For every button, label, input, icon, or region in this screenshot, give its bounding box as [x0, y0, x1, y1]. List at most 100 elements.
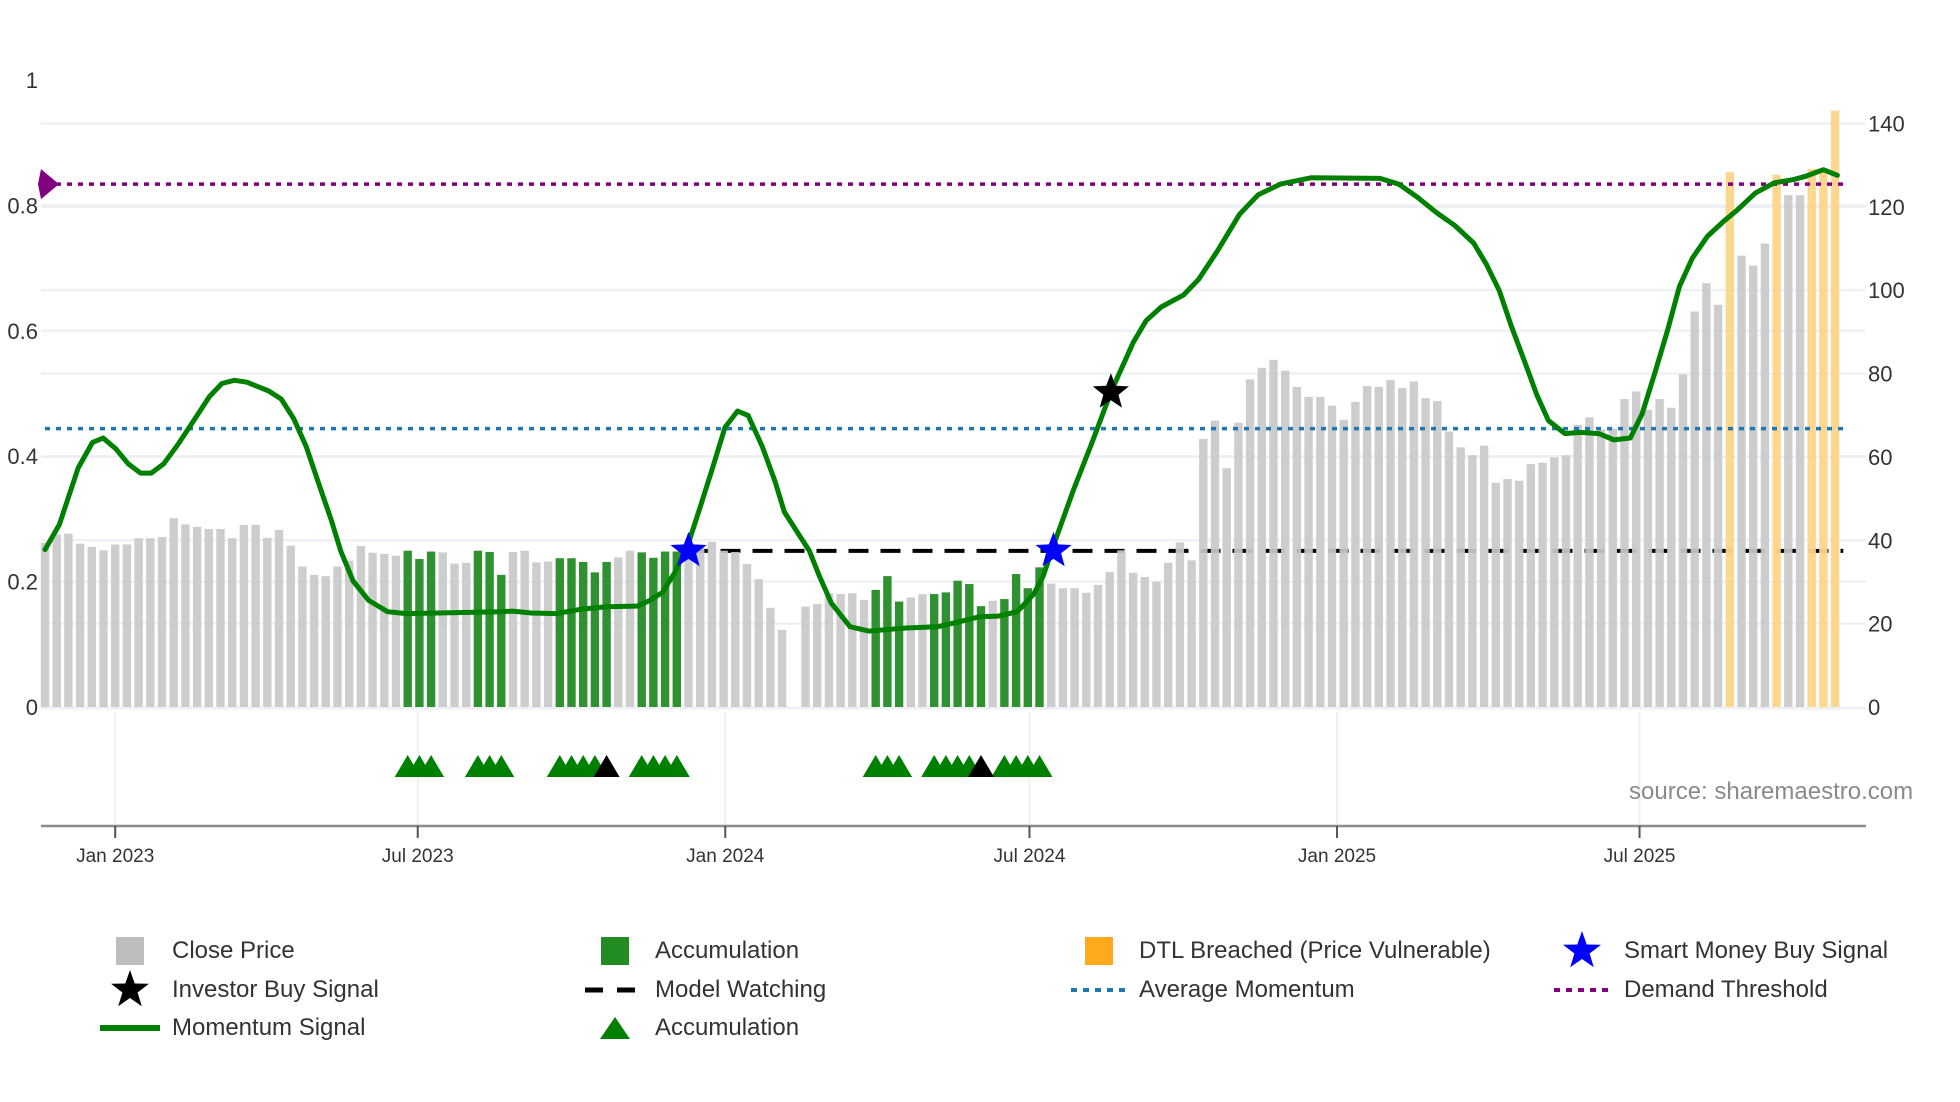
source-credit: source: sharemaestro.com [1629, 778, 1914, 805]
close-price-bar [368, 552, 377, 707]
close-price-bar [1749, 265, 1758, 707]
close-price-bar [1128, 572, 1138, 707]
close-price-bar [157, 536, 167, 707]
green-line-icon [100, 1011, 160, 1045]
close-price-bar [216, 529, 225, 707]
close-price-bar [1281, 370, 1290, 707]
close-price-bar [87, 546, 96, 707]
close-price-bar [696, 545, 705, 707]
close-price-bar [766, 607, 775, 707]
accumulation-bar [930, 594, 939, 707]
close-price-bar [1374, 386, 1383, 707]
accumulation-bar [894, 601, 904, 707]
close-price-bar [1678, 374, 1688, 707]
legend-label: Average Momentum [1139, 976, 1355, 1003]
close-price-bar [1105, 571, 1114, 707]
orange-square-icon [1069, 934, 1129, 968]
x-tick-label: Jul 2025 [1604, 846, 1676, 867]
close-price-bar [684, 550, 693, 707]
close-price-bar [192, 526, 202, 707]
close-price-bar [1351, 401, 1360, 707]
close-price-bar [122, 544, 132, 707]
close-price-bar [1760, 243, 1770, 707]
close-price-bar [1702, 283, 1711, 707]
close-price-bar [52, 534, 61, 707]
y-right-tick-label: 20 [1868, 612, 1892, 637]
demand-threshold-diamond-marker [38, 169, 59, 200]
accumulation-bar [953, 580, 962, 707]
x-tick-label: Jul 2023 [382, 846, 454, 867]
accumulation-bar [403, 550, 412, 707]
accumulation-bar [660, 551, 670, 707]
y-right-tick-label: 120 [1868, 195, 1905, 220]
close-price-bar [1269, 359, 1278, 707]
close-price-bar [333, 566, 342, 707]
close-price-bar [462, 562, 471, 707]
y-right-tick-label: 100 [1868, 278, 1905, 303]
black-star-icon [100, 970, 160, 1007]
close-price-bar [1058, 588, 1068, 707]
close-price-bar [742, 564, 752, 707]
close-price-bar [274, 529, 284, 707]
close-price-bar [520, 550, 529, 707]
close-price-bar [1292, 386, 1302, 707]
close-price-bar [1479, 445, 1489, 707]
accumulation-bar [1011, 574, 1021, 707]
close-price-bar [801, 606, 810, 707]
close-price-bar [309, 574, 319, 707]
close-price-bar [824, 593, 834, 707]
dtl-breached-bar [1772, 174, 1781, 707]
close-price-bar [169, 518, 178, 707]
y-left-tick-label: 1 [26, 68, 38, 93]
close-price-bar [731, 551, 740, 707]
close-price-bar [1468, 455, 1477, 707]
close-price-bar [1047, 583, 1056, 707]
y-left-tick-label: 0.4 [7, 444, 38, 469]
close-price-bar [1421, 398, 1430, 707]
close-price-bar [1152, 581, 1161, 707]
y-right-tick-label: 80 [1868, 362, 1892, 387]
legend-label: DTL Breached (Price Vulnerable) [1139, 937, 1491, 964]
close-price-bar [1784, 195, 1793, 708]
accumulation-bar [426, 551, 436, 707]
y-left-tick-label: 0 [26, 695, 38, 720]
close-price-bar [1117, 550, 1126, 707]
accumulation-bar [965, 584, 974, 707]
accumulation-bar [637, 552, 646, 707]
legend-label: Close Price [172, 937, 295, 964]
legend-label: Model Watching [655, 976, 827, 1003]
close-price-bar [848, 593, 857, 707]
close-price-bar [298, 566, 307, 707]
close-price-bar [1222, 468, 1231, 707]
close-price-bar [1503, 479, 1512, 707]
close-price-bar [1538, 462, 1547, 707]
x-tick-label: Jul 2024 [994, 846, 1066, 867]
green-triangle-icon [585, 1011, 645, 1045]
investor-buy-star [1092, 373, 1129, 408]
price-bars [40, 110, 1840, 708]
close-price-bar [99, 550, 108, 707]
close-price-bar [1596, 429, 1606, 707]
y-right-tick-label: 40 [1868, 528, 1892, 553]
close-price-bar [1713, 304, 1723, 707]
blue-dotted-line-icon [1069, 973, 1129, 1007]
close-price-bar [1140, 576, 1149, 707]
y-right-tick-label: 60 [1868, 445, 1892, 470]
close-price-bar [1199, 439, 1208, 707]
close-price-bar [859, 599, 869, 707]
close-price-bar [1690, 311, 1699, 707]
close-price-bar [251, 524, 260, 707]
close-price-bar [1082, 592, 1091, 707]
close-price-bar [1667, 407, 1676, 707]
close-price-bar [1550, 457, 1559, 707]
close-price-bar [75, 543, 85, 707]
close-price-bar [40, 542, 50, 707]
accumulation-bar [590, 572, 600, 707]
close-price-bar [1327, 405, 1337, 707]
close-price-bar [438, 552, 447, 707]
close-price-bar [1632, 391, 1641, 707]
close-price-bar [321, 576, 330, 707]
accumulation-bar [579, 561, 588, 707]
close-price-bar [754, 579, 763, 707]
reference-lines [38, 169, 1844, 431]
